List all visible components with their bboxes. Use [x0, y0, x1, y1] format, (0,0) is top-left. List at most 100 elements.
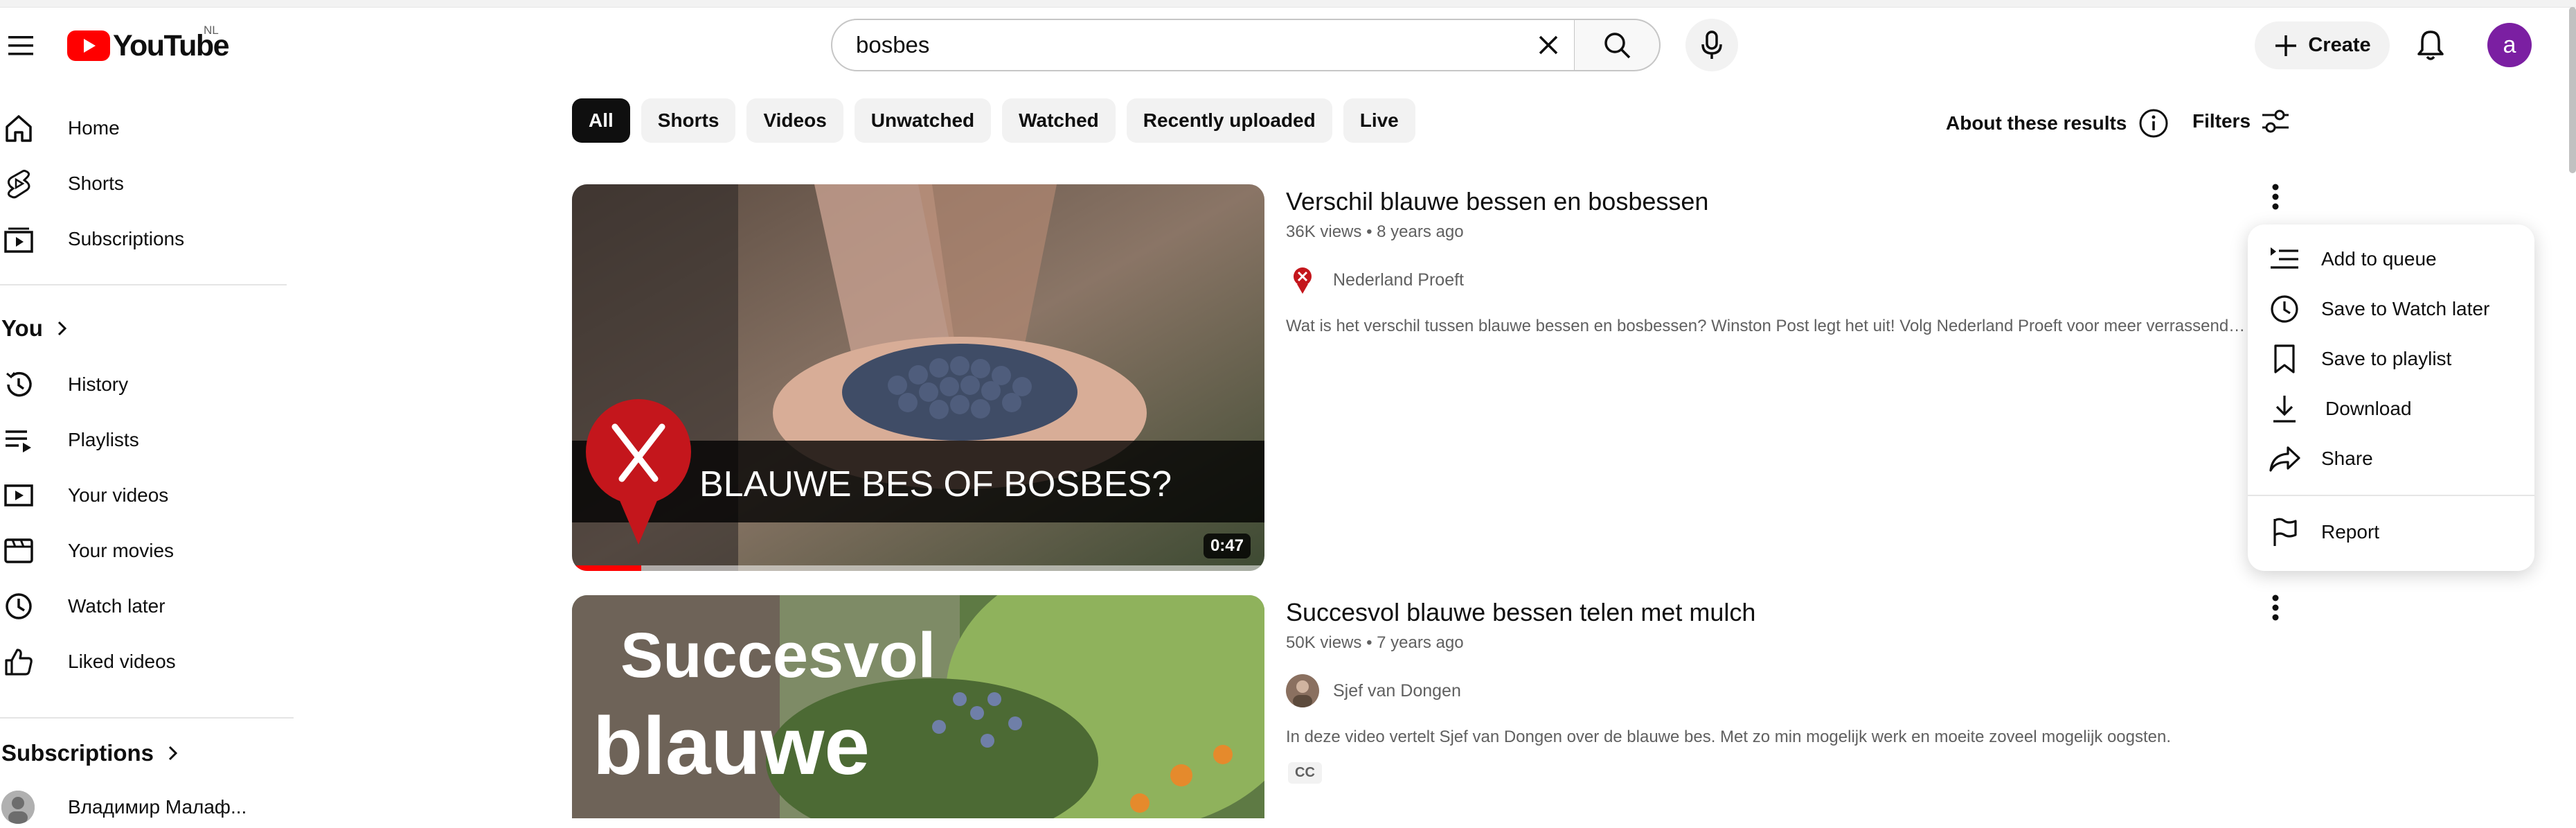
sidebar-item-home[interactable]: Home [0, 107, 291, 149]
menu-item-label: Add to queue [2321, 248, 2437, 270]
your-videos-icon [1, 478, 36, 513]
video-thumbnail[interactable]: Succesvol blauwe [572, 595, 1264, 818]
sidebar-item-playlists[interactable]: Playlists [0, 419, 291, 461]
chip-videos[interactable]: Videos [746, 98, 843, 143]
more-actions-button[interactable] [2263, 587, 2288, 628]
create-button[interactable]: Create [2255, 21, 2390, 69]
menu-item-report[interactable]: Report [2248, 510, 2534, 554]
clear-search-button[interactable] [1531, 28, 1566, 62]
youtube-logo[interactable]: YouTube [67, 26, 247, 65]
bell-icon [2417, 30, 2444, 60]
account-avatar[interactable]: a [2487, 23, 2532, 67]
thumbnail-image-blueberries: BLAUWE BES OF BOSBES? [572, 184, 1264, 571]
filters-button[interactable]: Filters [2192, 107, 2291, 135]
plus-icon [2275, 35, 2297, 56]
search-box[interactable]: bosbes [831, 19, 1575, 71]
home-icon [1, 111, 36, 146]
sidebar-item-label: Watch later [68, 595, 166, 617]
more-vert-icon [2272, 184, 2279, 210]
video-title[interactable]: Verschil blauwe bessen en bosbessen [1286, 187, 1708, 216]
browser-top-strip [0, 0, 2576, 8]
video-meta: 36K views • 8 years ago [1286, 222, 1464, 242]
more-actions-button[interactable] [2263, 176, 2288, 218]
channel-avatar [1286, 674, 1319, 707]
sidebar-item-label: Playlists [68, 429, 139, 450]
hamburger-icon [8, 36, 33, 55]
sidebar-you-heading[interactable]: You [1, 315, 69, 342]
microphone-icon [1701, 30, 1722, 59]
playlists-icon [1, 423, 36, 457]
search-input[interactable]: bosbes [856, 32, 1531, 58]
menu-item-save-to-playlist[interactable]: Save to playlist [2248, 337, 2534, 381]
you-heading-label: You [1, 315, 43, 341]
thumbnail-image-blueberry-bush: Succesvol blauwe [572, 595, 1264, 818]
sidebar-item-watch-later[interactable]: Watch later [0, 585, 291, 627]
movies-icon [1, 534, 36, 568]
voice-search-button[interactable] [1685, 19, 1738, 71]
about-results-button[interactable]: About these results [1946, 107, 2170, 139]
clock-icon [1, 589, 36, 624]
sidebar-divider [0, 284, 287, 285]
menu-item-download[interactable]: Download [2248, 387, 2534, 431]
thumbnail-caption: blauwe [593, 701, 870, 792]
close-icon [1539, 35, 1558, 55]
search-button[interactable] [1575, 19, 1661, 71]
sidebar-item-subscriptions[interactable]: Subscriptions [0, 218, 291, 260]
menu-item-label: Share [2321, 448, 2373, 469]
sidebar-item-liked-videos[interactable]: Liked videos [0, 641, 291, 682]
bookmark-icon [2267, 342, 2302, 376]
sidebar-item-label: Home [68, 117, 120, 139]
shorts-icon [1, 166, 36, 201]
notifications-button[interactable] [2410, 25, 2451, 67]
chip-all[interactable]: All [572, 98, 630, 143]
video-description: In deze video vertelt Sjef van Dongen ov… [1286, 728, 2172, 746]
view-count: 36K views [1286, 222, 1362, 241]
channel-link[interactable]: Nederland Proeft [1286, 263, 1464, 297]
view-count: 50K views [1286, 633, 1362, 652]
sidebar-item-shorts[interactable]: Shorts [0, 163, 291, 204]
menu-item-label: Download [2325, 398, 2412, 419]
subscriptions-heading-label: Subscriptions [1, 740, 154, 766]
menu-item-add-to-queue[interactable]: Add to queue [2248, 237, 2534, 281]
filters-label: Filters [2192, 110, 2251, 132]
sidebar-item-label: Владимир Малаф... [68, 796, 247, 818]
menu-button[interactable] [6, 32, 39, 60]
sidebar-item-your-movies[interactable]: Your movies [0, 530, 291, 572]
watch-progress-track [572, 565, 1264, 571]
chip-shorts[interactable]: Shorts [641, 98, 736, 143]
watch-progress-bar [572, 565, 641, 571]
sidebar-subscriptions-heading[interactable]: Subscriptions [1, 740, 180, 766]
channel-avatar [1, 791, 35, 824]
chip-live[interactable]: Live [1343, 98, 1415, 143]
upload-age: 7 years ago [1377, 633, 1464, 652]
thumbs-up-icon [1, 644, 36, 679]
sidebar-item-your-videos[interactable]: Your videos [0, 475, 291, 516]
menu-item-share[interactable]: Share [2248, 437, 2534, 481]
chip-watched[interactable]: Watched [1002, 98, 1116, 143]
menu-item-label: Save to Watch later [2321, 298, 2490, 319]
chip-unwatched[interactable]: Unwatched [854, 98, 992, 143]
sidebar-item-label: Subscriptions [68, 228, 185, 249]
channel-name: Nederland Proeft [1333, 270, 1465, 290]
sidebar-divider [0, 717, 294, 719]
meta-separator: • [1366, 222, 1377, 241]
chevron-right-icon [57, 321, 67, 336]
video-description: Wat is het verschil tussen blauwe bessen… [1286, 317, 2248, 335]
page-scrollbar[interactable] [2569, 7, 2576, 173]
add-to-queue-icon [2267, 242, 2302, 276]
thumbnail-caption: Succesvol [620, 620, 936, 691]
menu-divider [2248, 495, 2534, 496]
video-duration: 0:47 [1203, 534, 1251, 558]
video-title[interactable]: Succesvol blauwe bessen telen met mulch [1286, 598, 1755, 627]
chip-recently-uploaded[interactable]: Recently uploaded [1126, 98, 1332, 143]
channel-link[interactable]: Sjef van Dongen [1286, 674, 1461, 707]
sidebar-subscription-channel[interactable]: Владимир Малаф... [0, 786, 291, 828]
sidebar-item-history[interactable]: History [0, 364, 291, 405]
video-meta: 50K views • 7 years ago [1286, 633, 1464, 653]
about-results-label: About these results [1946, 112, 2127, 134]
menu-item-save-to-watch-later[interactable]: Save to Watch later [2248, 287, 2534, 331]
menu-item-label: Report [2321, 521, 2380, 543]
create-label: Create [2308, 34, 2371, 56]
subscriptions-icon [1, 222, 36, 256]
video-thumbnail[interactable]: BLAUWE BES OF BOSBES? 0:47 [572, 184, 1264, 571]
